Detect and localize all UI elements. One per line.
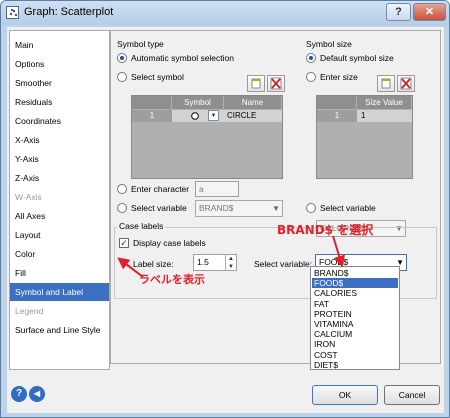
close-button[interactable]: ✕ xyxy=(413,3,446,21)
annotation-arrows xyxy=(117,235,345,278)
dialog-client-area: Main Options Smoother Residuals Coordina… xyxy=(7,27,444,413)
arrow-to-checkbox xyxy=(117,257,144,278)
ok-button[interactable]: OK xyxy=(312,385,378,405)
window-title: Graph: Scatterplot xyxy=(24,6,114,18)
back-icon[interactable]: ◀ xyxy=(29,386,45,402)
dialog-window: Graph: Scatterplot ? ✕ Main Options Smoo… xyxy=(0,0,450,418)
title-bar[interactable]: Graph: Scatterplot ? ✕ xyxy=(1,1,449,25)
app-icon xyxy=(6,6,19,19)
cancel-button[interactable]: Cancel xyxy=(384,385,440,405)
help-button[interactable]: ? xyxy=(386,3,411,21)
help-icon[interactable]: ? xyxy=(11,386,27,402)
arrow-to-dropdown xyxy=(332,235,345,268)
